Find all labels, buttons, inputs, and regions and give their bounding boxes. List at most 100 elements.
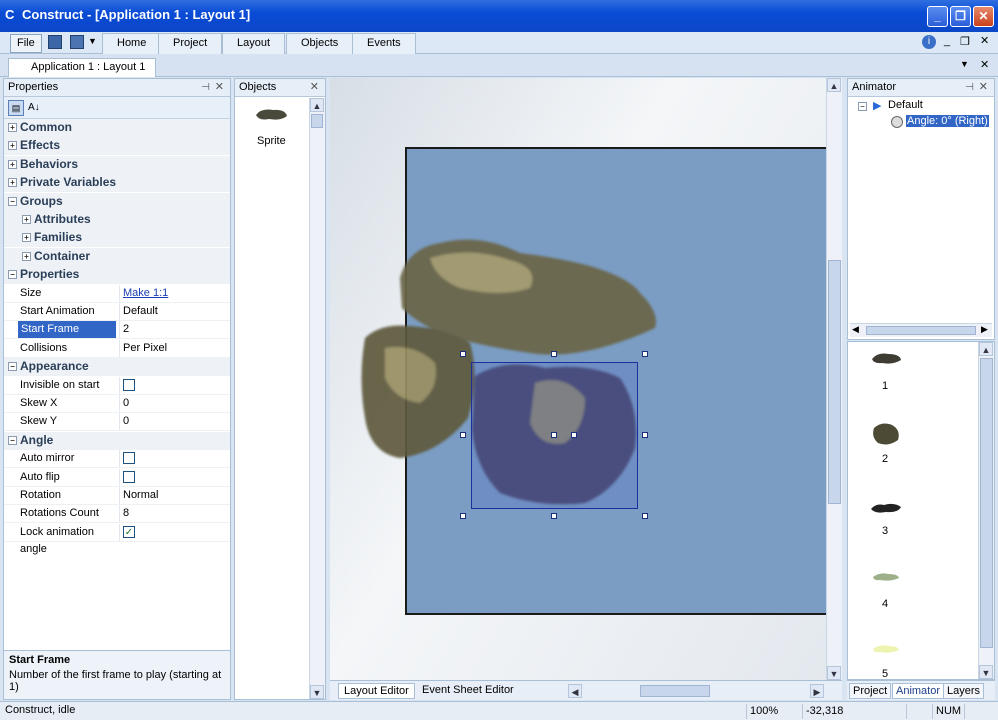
help-icon[interactable]: i [922,35,936,49]
property-value[interactable]: Make 1:1 [119,284,229,302]
close-button[interactable]: ✕ [973,6,994,27]
resize-handle[interactable] [460,513,466,519]
property-category[interactable]: + Attributes [4,211,230,229]
expand-icon[interactable]: + [8,159,17,169]
tab-project[interactable]: Project [158,33,223,54]
scroll-thumb[interactable] [866,326,976,335]
close-objects-icon[interactable]: ✕ [310,79,319,96]
property-checkbox[interactable]: ✓ [119,523,229,541]
tab-event-sheet-editor[interactable]: Event Sheet Editor [418,683,518,699]
scroll-right-icon[interactable]: ▶ [981,324,988,335]
resize-handle[interactable] [460,351,466,357]
frame-thumbnail-icon[interactable] [868,350,904,368]
expand-icon[interactable]: + [8,123,17,132]
object-item-sprite[interactable]: Sprite [257,135,286,147]
property-row[interactable]: Size Make 1:1 [4,284,230,303]
sort-alphabetical-icon[interactable]: A↓ [28,100,46,116]
property-value[interactable]: Default [119,303,229,320]
collapse-icon[interactable]: − [8,270,17,280]
save-icon[interactable] [48,35,62,49]
scroll-up-icon[interactable]: ▲ [310,98,324,112]
tab-objects[interactable]: Objects [286,33,354,54]
hotspot-handle[interactable] [551,432,557,438]
ribbon-minimize-icon[interactable]: _ [944,35,950,47]
resize-handle[interactable] [642,351,648,357]
property-value[interactable]: Normal [119,487,229,504]
property-row[interactable]: Skew Y 0 [4,413,230,432]
property-category[interactable]: + Effects [4,137,230,156]
frame-thumbnail-icon[interactable] [868,642,904,656]
resize-handle[interactable] [551,513,557,519]
scroll-down-icon[interactable]: ▼ [827,666,841,680]
property-checkbox[interactable] [119,376,229,394]
expand-icon[interactable]: + [22,251,31,261]
tab-layout[interactable]: Layout [222,33,286,54]
property-row[interactable]: Rotations Count 8 [4,505,230,524]
property-category[interactable]: − Groups [4,192,230,211]
property-category[interactable]: + Common [4,119,230,137]
restore-button[interactable]: ❐ [950,6,971,27]
minimize-button[interactable]: _ [927,6,948,27]
expand-icon[interactable]: + [22,233,31,243]
ribbon-restore-icon[interactable]: ❐ [960,35,970,48]
property-category[interactable]: + Container [4,247,230,266]
scroll-thumb[interactable] [828,260,841,504]
property-category[interactable]: + Private Variables [4,174,230,193]
tab-animator-panel[interactable]: Animator [892,683,945,699]
expand-icon[interactable]: + [22,215,31,224]
save-all-icon[interactable] [70,35,84,49]
resize-handle[interactable] [551,351,557,357]
angle-handle[interactable] [571,432,577,438]
animator-hscrollbar[interactable]: ◀ ▶ [850,323,992,337]
tab-project-panel[interactable]: Project [849,683,892,699]
sprite-thumbnail-icon[interactable] [253,107,289,123]
categorized-view-icon[interactable]: ▤ [8,100,24,116]
property-value[interactable]: 0 [119,395,229,412]
frames-scrollbar[interactable]: ▲ ▼ [978,342,994,679]
property-checkbox[interactable] [119,450,229,468]
tab-list-dropdown-icon[interactable]: ▼ [960,59,969,69]
frame-thumbnail-icon[interactable] [868,420,904,448]
property-category[interactable]: − Angle [4,431,230,450]
tab-home[interactable]: Home [102,33,162,54]
close-document-icon[interactable]: ✕ [980,58,989,71]
property-value[interactable]: 2 [119,321,229,339]
scroll-thumb[interactable] [980,358,993,648]
checkmark-icon[interactable]: ✓ [123,525,135,538]
property-row[interactable]: Rotation Normal [4,487,230,505]
ribbon-close-icon[interactable]: ✕ [980,34,989,47]
collapse-icon[interactable]: − [8,435,17,445]
document-tab[interactable]: Application 1 : Layout 1 [8,58,156,77]
scroll-left-icon[interactable]: ◀ [568,684,582,698]
file-menu-button[interactable]: File [10,34,42,53]
property-category[interactable]: − Properties [4,266,230,285]
property-checkbox[interactable] [119,468,229,486]
collapse-icon[interactable]: − [858,102,867,111]
animation-default[interactable]: Default [888,99,923,111]
collapse-icon[interactable]: − [8,196,17,206]
property-value[interactable]: Per Pixel [119,339,229,357]
checkbox-icon[interactable] [123,378,135,391]
objects-scrollbar[interactable]: ▲ ▼ [309,98,325,699]
property-row[interactable]: Lock animation angle ✓ [4,523,230,555]
pin-icon[interactable]: ⊣ [201,79,210,96]
scroll-down-icon[interactable]: ▼ [979,665,993,679]
tab-layout-editor[interactable]: Layout Editor [338,683,415,699]
pin-icon[interactable]: ⊣ [965,79,974,96]
tab-events[interactable]: Events [352,33,416,54]
property-category[interactable]: + Families [4,229,230,248]
property-category[interactable]: − Appearance [4,358,230,377]
property-category[interactable]: + Behaviors [4,155,230,174]
property-row[interactable]: Invisible on start [4,376,230,395]
property-row[interactable]: Start Frame 2 [4,321,230,340]
checkbox-icon[interactable] [123,470,135,483]
quick-access-dropdown-icon[interactable]: ▼ [88,36,97,46]
scroll-right-icon[interactable]: ▶ [810,684,824,698]
scroll-left-icon[interactable]: ◀ [852,324,859,335]
property-row[interactable]: Auto flip [4,468,230,487]
expand-icon[interactable]: + [8,141,17,151]
resize-handle[interactable] [460,432,466,438]
layout-vscrollbar[interactable]: ▲ ▼ [826,78,842,680]
frame-thumbnail-icon[interactable] [868,500,904,516]
property-row[interactable]: Skew X 0 [4,395,230,413]
